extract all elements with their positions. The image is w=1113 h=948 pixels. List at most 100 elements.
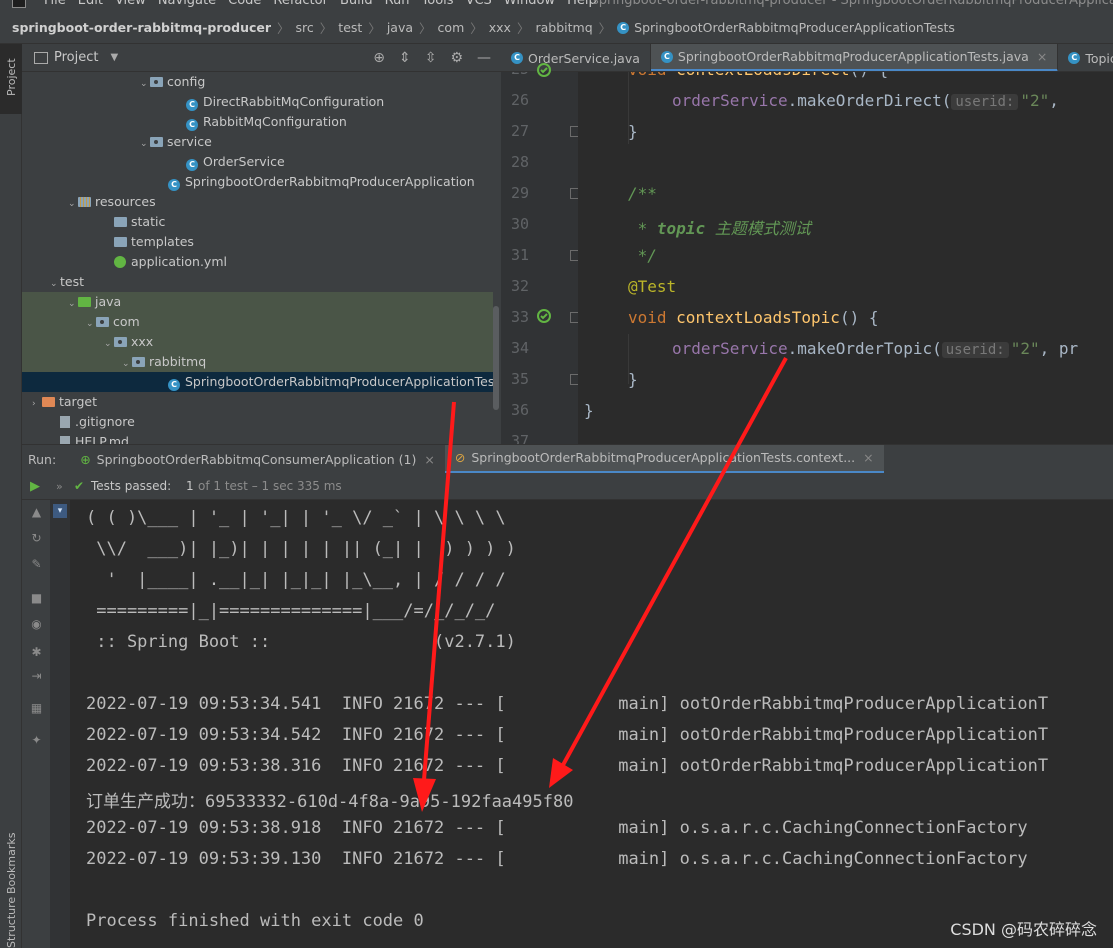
menu-item-code[interactable]: Code <box>228 0 261 8</box>
fold-marker-icon[interactable] <box>570 250 578 261</box>
breadcrumb-item[interactable]: rabbitmq <box>535 20 592 35</box>
chevron-icon[interactable]: ⌄ <box>68 194 78 214</box>
project-panel-header: Project ▼ ⊕ ⇕ ⇳ ⚙ — <box>22 44 501 72</box>
minimize-icon[interactable]: — <box>477 50 491 66</box>
collapse-all-icon[interactable]: ⇳ <box>425 50 437 66</box>
run-label: Run: <box>28 451 57 467</box>
chevron-icon[interactable]: ⌄ <box>140 134 150 154</box>
tree-item[interactable]: ⌄ test <box>22 272 493 292</box>
chevron-down-icon[interactable]: ▼ <box>110 52 118 63</box>
breadcrumb-item[interactable]: SpringbootOrderRabbitmqProducerApplicati… <box>634 20 955 35</box>
chevron-icon[interactable]: ⌄ <box>68 294 78 314</box>
debug-icon[interactable]: ✱ <box>30 646 43 659</box>
editor-tab[interactable]: C OrderService.java <box>501 44 651 71</box>
tree-item[interactable]: ⌄ resources <box>22 192 493 212</box>
menu-item-build[interactable]: Build <box>340 0 373 8</box>
breadcrumb-item[interactable]: com <box>438 20 465 35</box>
tree-item-label: templates <box>131 234 194 249</box>
bookmarks-tool-tab[interactable]: Bookmarks <box>0 804 22 904</box>
project-panel-title[interactable]: Project <box>54 50 98 65</box>
stop-icon[interactable]: ■ <box>30 592 43 605</box>
file-icon <box>60 416 70 428</box>
breadcrumb-item[interactable]: test <box>338 20 362 35</box>
rerun-icon[interactable]: ▶ <box>30 479 40 494</box>
tree-item[interactable]: › target <box>22 392 493 412</box>
menu-item-view[interactable]: View <box>115 0 146 8</box>
chevron-icon[interactable]: ⌄ <box>122 354 132 374</box>
chevron-icon[interactable]: ⌄ <box>86 314 96 334</box>
tree-item[interactable]: templates <box>22 232 493 252</box>
tree-item[interactable]: ⌄ service <box>22 132 493 152</box>
double-chevron-icon[interactable]: » <box>56 480 63 493</box>
locate-icon[interactable]: ⊕ <box>373 50 385 66</box>
console-output[interactable]: ( ( )\___ | '_ | '_| | '_ \/ _` | \ \ \ … <box>70 500 1113 948</box>
fold-marker-icon[interactable] <box>570 126 578 137</box>
tree-item[interactable]: ⌄ java <box>22 292 493 312</box>
menu-item-window[interactable]: Window <box>504 0 555 8</box>
tree-item[interactable]: C RabbitMqConfiguration <box>22 112 493 132</box>
run-panel-header: Run: ⊕ SpringbootOrderRabbitmqConsumerApp… <box>22 444 1113 474</box>
menu-item-tools[interactable]: Tools <box>422 0 454 8</box>
tree-item-label: RabbitMqConfiguration <box>203 114 347 129</box>
breadcrumb-item[interactable]: src <box>296 20 314 35</box>
fold-marker-icon[interactable] <box>570 374 578 385</box>
tree-item[interactable]: application.yml <box>22 252 493 272</box>
gear-icon[interactable]: ⚙ <box>450 50 463 66</box>
tree-item[interactable]: ⌄ rabbitmq <box>22 352 493 372</box>
class-icon: C <box>186 159 198 171</box>
chevron-icon[interactable]: ⌄ <box>50 274 60 294</box>
run-test-icon[interactable] <box>536 62 554 80</box>
menu-item-navigate[interactable]: Navigate <box>158 0 216 8</box>
menu-item-vcs[interactable]: VCS <box>466 0 492 8</box>
chevron-down-icon[interactable]: ▾ <box>53 504 67 518</box>
menu-item-file[interactable]: File <box>44 0 66 8</box>
tree-item[interactable]: C DirectRabbitMqConfiguration <box>22 92 493 112</box>
tree-item[interactable]: C SpringbootOrderRabbitmqProducerApplicat… <box>22 172 493 192</box>
breadcrumb-item[interactable]: springboot-order-rabbitmq-producer <box>12 20 271 35</box>
run-tab[interactable]: ⊕ SpringbootOrderRabbitmqConsumerApplicat… <box>70 445 445 474</box>
menu-item-run[interactable]: Run <box>385 0 410 8</box>
close-icon[interactable]: × <box>1037 49 1047 64</box>
tree-item[interactable]: HELP.md <box>22 432 493 444</box>
run-test-icon[interactable] <box>536 308 554 326</box>
tree-item[interactable]: ⌄ com <box>22 312 493 332</box>
pin-icon[interactable]: ✦ <box>30 734 43 747</box>
tree-item[interactable]: C SpringbootOrderRabbitmqProducerApplicat… <box>22 372 494 392</box>
run-tab[interactable]: ⊘ SpringbootOrderRabbitmqProducerApplicat… <box>444 444 884 474</box>
structure-tool-tab[interactable]: Structure <box>0 897 22 948</box>
editor-tab[interactable]: C SpringbootOrderRabbitmqProducerApplicat… <box>650 44 1059 71</box>
camera-icon[interactable]: ◉ <box>30 618 43 631</box>
tree-item[interactable]: static <box>22 212 493 232</box>
tree-item[interactable]: ⌄ config <box>22 72 493 92</box>
tree-item[interactable]: .gitignore <box>22 412 493 432</box>
menu-item-edit[interactable]: Edit <box>78 0 103 8</box>
breadcrumb-separator: 〉 <box>419 21 432 36</box>
breadcrumb-item[interactable]: java <box>387 20 413 35</box>
chevron-icon[interactable]: ⌄ <box>140 74 150 94</box>
tree-item[interactable]: C OrderService <box>22 152 493 172</box>
tree-item-label: test <box>60 274 85 289</box>
code-editor[interactable]: void contextLoadsDirect() { orderService… <box>578 72 1113 444</box>
close-icon[interactable]: × <box>424 452 434 467</box>
menu-item-refactor[interactable]: Refactor <box>273 0 328 8</box>
close-icon[interactable]: × <box>863 450 873 465</box>
chevron-icon[interactable]: ⌄ <box>104 334 114 354</box>
tests-passed-label: Tests passed: <box>91 479 172 493</box>
rerun-failed-icon[interactable]: ↻ <box>30 532 43 545</box>
class-icon: C <box>186 99 198 111</box>
chevron-icon[interactable]: › <box>32 394 42 414</box>
layout-icon[interactable]: ▦ <box>30 702 43 715</box>
fold-marker-icon[interactable] <box>570 188 578 199</box>
pin-up-icon[interactable]: ▲ <box>30 506 43 519</box>
tree-item[interactable]: ⌄ xxx <box>22 332 493 352</box>
fold-marker-icon[interactable] <box>570 312 578 323</box>
project-tree-scrollbar[interactable] <box>493 306 499 410</box>
code-line-30: * topic 主题模式测试 <box>628 219 811 238</box>
wrench-icon[interactable]: ✎ <box>30 558 43 571</box>
expand-all-icon[interactable]: ⇕ <box>399 50 411 66</box>
project-tool-tab[interactable]: Project <box>0 44 22 114</box>
editor-tab[interactable]: C TopicEm <box>1058 44 1113 71</box>
exit-icon[interactable]: ⇥ <box>30 670 43 683</box>
tree-item-label: DirectRabbitMqConfiguration <box>203 94 385 109</box>
breadcrumb-item[interactable]: xxx <box>489 20 511 35</box>
